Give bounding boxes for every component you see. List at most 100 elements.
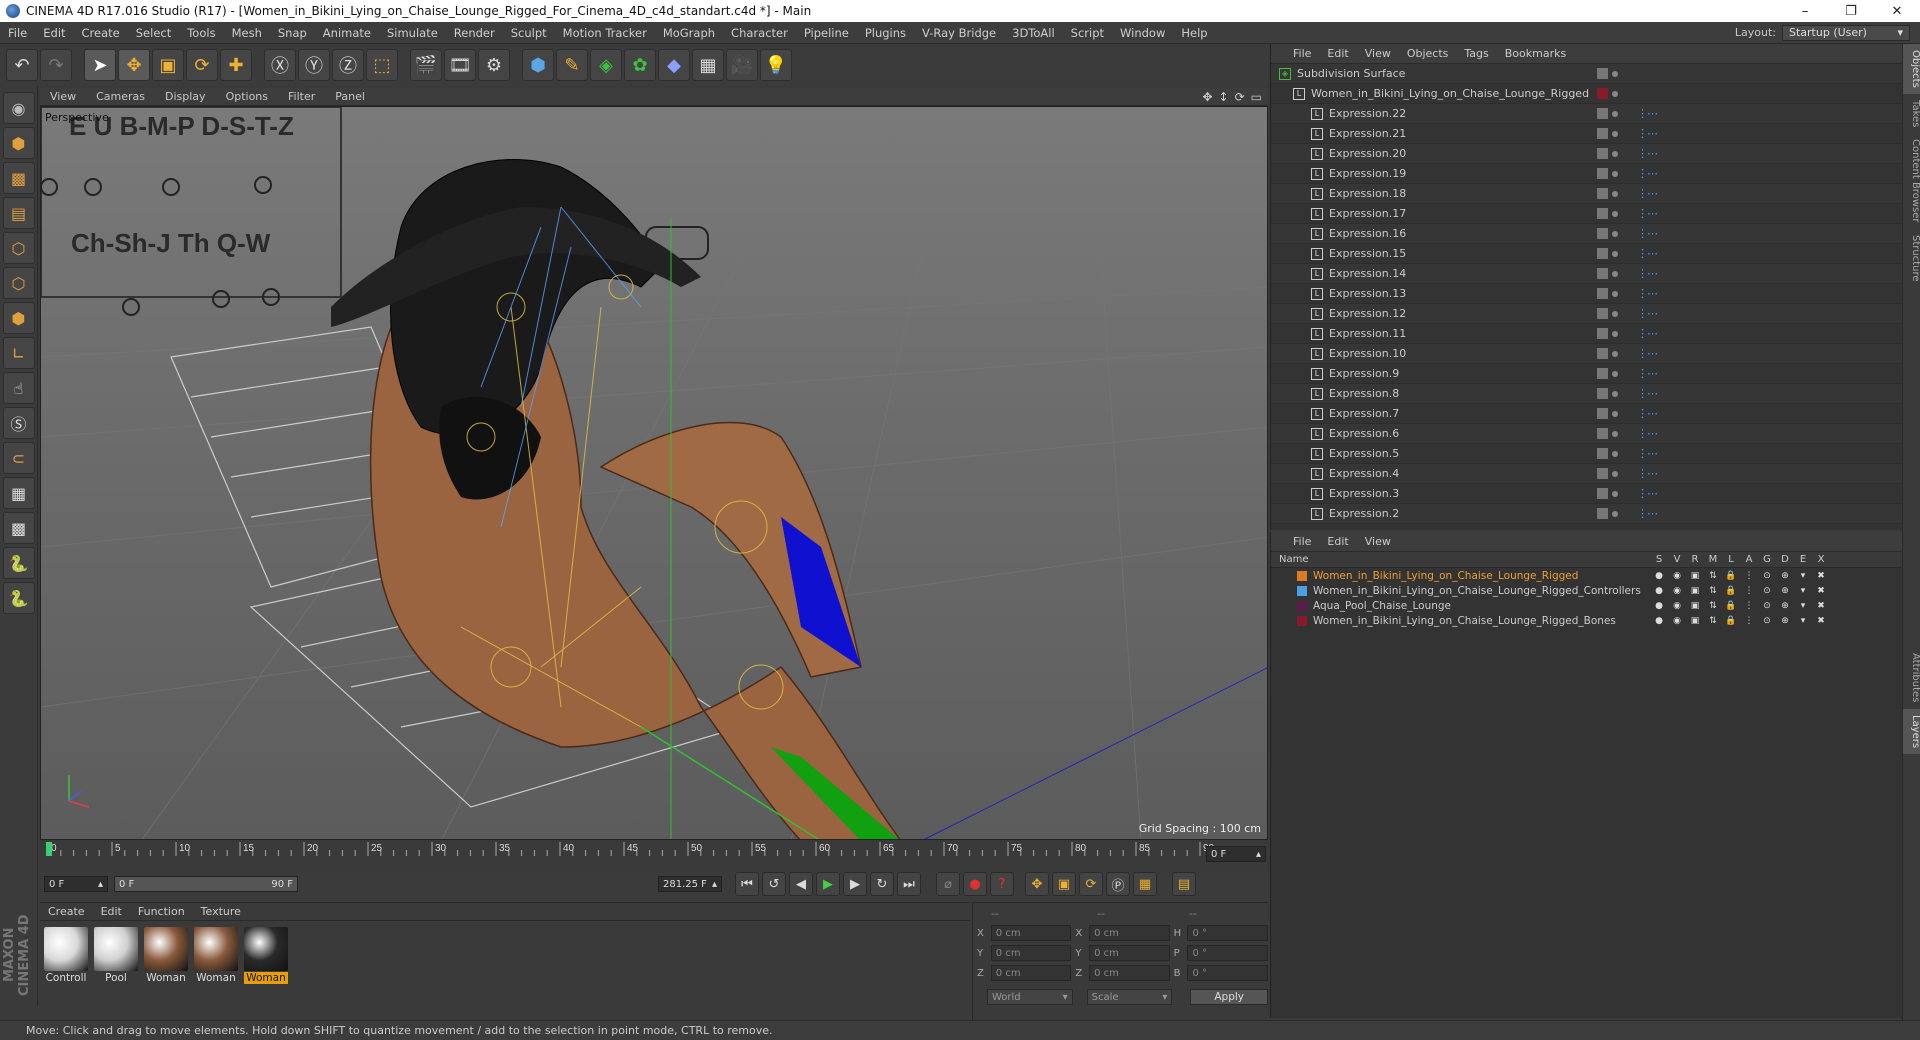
texture-mode-icon[interactable]: ▩ [2,162,35,194]
tweak-mode-icon[interactable]: ☝ [2,372,35,404]
layer-toggle-x-icon[interactable]: ✖ [1815,586,1827,596]
viewport-menu-options[interactable]: Options [216,90,278,103]
model-mode-icon[interactable]: ⬢ [2,127,35,159]
layer-toggle-s-icon[interactable]: ● [1653,586,1665,596]
expression-tag-icon[interactable]: ⋮⋯ [1637,327,1658,340]
object-row-expression[interactable]: L Expression.13 ⋮⋯ [1271,284,1902,304]
object-visibility-flags[interactable] [1597,188,1618,199]
side-tab-objects[interactable]: Objects [1903,44,1920,94]
layer-toggle-m-icon[interactable]: ⇅ [1707,586,1719,596]
select-arrow-icon[interactable]: ➤ [84,49,116,81]
expression-tag-icon[interactable]: ⋮⋯ [1637,507,1658,520]
layer-toggle-l-icon[interactable]: 🔒 [1725,586,1737,596]
object-row-subdivision-surface[interactable]: ◈ Subdivision Surface [1271,64,1902,84]
layer-row[interactable]: Aqua_Pool_Chaise_Lounge ● ◉ ▣ ⇅ 🔒 ⋮ ⊙ ⊕ ▾ ✖ [1271,598,1902,613]
key-position-icon[interactable]: ✥ [1025,872,1049,896]
expression-tag-icon[interactable]: ⋮⋯ [1637,307,1658,320]
light-icon[interactable]: 💡 [760,49,792,81]
material-swatch[interactable]: Woman [244,927,288,984]
subdivision-surface-icon[interactable]: ◈ [590,49,622,81]
layer-toggle-l-icon[interactable]: 🔒 [1725,601,1737,611]
key-pla-icon[interactable]: ▦ [1133,872,1157,896]
side-tab-takes[interactable]: Takes [1903,94,1920,133]
render-picture-viewer-icon[interactable]: 🎞 [444,49,476,81]
menu-sculpt[interactable]: Sculpt [503,26,555,40]
editor-visibility-dot[interactable] [1612,230,1618,237]
side-tab-content-browser[interactable]: Content Browser [1903,133,1920,228]
edges-mode-icon[interactable]: ⬡ [2,267,35,299]
editor-visibility-dot[interactable] [1612,290,1618,297]
layer-toggle-r-icon[interactable]: ▣ [1689,601,1701,611]
editor-visibility-dot[interactable] [1612,390,1618,397]
layer-toggle-m-icon[interactable]: ⇅ [1707,571,1719,581]
layer-toggle-e-icon[interactable]: ▾ [1797,601,1809,611]
object-visibility-flags[interactable] [1597,448,1618,459]
coord-size-field[interactable]: 0 cm [1089,925,1170,941]
coord-position-field[interactable]: 0 cm [990,965,1072,981]
layer-column-g[interactable]: G [1761,554,1773,565]
material-menu-create[interactable]: Create [40,905,93,918]
object-visibility-flags[interactable] [1597,428,1618,439]
coord-size-field[interactable]: 0 cm [1089,945,1170,961]
object-visibility-flags[interactable] [1597,68,1618,79]
object-row-expression[interactable]: L Expression.7 ⋮⋯ [1271,404,1902,424]
expression-tag-icon[interactable]: ⋮⋯ [1637,167,1658,180]
expression-tag-icon[interactable]: ⋮⋯ [1637,127,1658,140]
layer-toggle-r-icon[interactable]: ▣ [1689,571,1701,581]
material-swatch[interactable]: Controll [44,927,88,984]
layer-toggle-a-icon[interactable]: ⋮ [1743,601,1755,611]
dolly-icon[interactable]: ↕ [1219,90,1229,104]
expression-tag-icon[interactable]: ⋮⋯ [1637,367,1658,380]
menu-v-ray-bridge[interactable]: V-Ray Bridge [914,26,1004,40]
spline-pen-icon[interactable]: ✎ [556,49,588,81]
editor-visibility-dot[interactable] [1612,130,1618,137]
editor-visibility-dot[interactable] [1612,210,1618,217]
object-menu-view[interactable]: View [1357,47,1399,60]
layer-color-swatch[interactable] [1297,570,1307,581]
layer-toggle-e-icon[interactable]: ▾ [1797,571,1809,581]
previous-frame-icon[interactable]: ◀ [789,872,813,896]
menu-character[interactable]: Character [723,26,796,40]
object-visibility-flags[interactable] [1597,148,1618,159]
object-row-expression[interactable]: L Expression.15 ⋮⋯ [1271,244,1902,264]
menu-mesh[interactable]: Mesh [224,26,270,40]
object-visibility-flags[interactable] [1597,348,1618,359]
layout-dropdown[interactable]: Startup (User) ▾ [1782,24,1910,41]
layer-column-m[interactable]: M [1707,554,1719,565]
editor-visibility-dot[interactable] [1612,70,1618,77]
editor-visibility-dot[interactable] [1612,250,1618,257]
editor-visibility-dot[interactable] [1612,170,1618,177]
layer-row[interactable]: Women_in_Bikini_Lying_on_Chaise_Lounge_R… [1271,583,1902,598]
object-row-expression[interactable]: L Expression.21 ⋮⋯ [1271,124,1902,144]
editor-visibility-dot[interactable] [1612,190,1618,197]
expression-tag-icon[interactable]: ⋮⋯ [1637,267,1658,280]
object-row-expression[interactable]: L Expression.9 ⋮⋯ [1271,364,1902,384]
editor-visibility-dot[interactable] [1612,330,1618,337]
menu-script[interactable]: Script [1063,26,1112,40]
layer-toggle-m-icon[interactable]: ⇅ [1707,616,1719,626]
object-menu-bookmarks[interactable]: Bookmarks [1497,47,1574,60]
expression-tag-icon[interactable]: ⋮⋯ [1637,207,1658,220]
menu-help[interactable]: Help [1173,26,1215,40]
object-visibility-flags[interactable] [1597,308,1618,319]
menu-plugins[interactable]: Plugins [857,26,914,40]
expression-tag-icon[interactable]: ⋮⋯ [1637,487,1658,500]
material-menu-edit[interactable]: Edit [93,905,130,918]
viewport-menu-filter[interactable]: Filter [278,90,325,103]
layer-menu-file[interactable]: File [1285,535,1319,548]
object-row-expression[interactable]: L Expression.3 ⋮⋯ [1271,484,1902,504]
object-row-expression[interactable]: L Expression.5 ⋮⋯ [1271,444,1902,464]
coord-space-dropdown[interactable]: World ▾ [987,989,1073,1005]
polygons-mode-icon[interactable]: ⬢ [2,302,35,334]
editor-visibility-dot[interactable] [1612,370,1618,377]
object-visibility-flags[interactable] [1597,208,1618,219]
total-frames-field[interactable]: 281.25 F ▴ [658,876,722,892]
layer-row[interactable]: Women_in_Bikini_Lying_on_Chaise_Lounge_R… [1271,613,1902,628]
editor-visibility-dot[interactable] [1612,350,1618,357]
layer-color-swatch[interactable] [1297,585,1307,596]
timeline-window-icon[interactable]: ▤ [1172,872,1196,896]
material-menu-function[interactable]: Function [130,905,193,918]
move-tool-icon[interactable]: ✥ [118,49,150,81]
minimize-button[interactable]: – [1782,0,1828,22]
layer-toggle-x-icon[interactable]: ✖ [1815,601,1827,611]
